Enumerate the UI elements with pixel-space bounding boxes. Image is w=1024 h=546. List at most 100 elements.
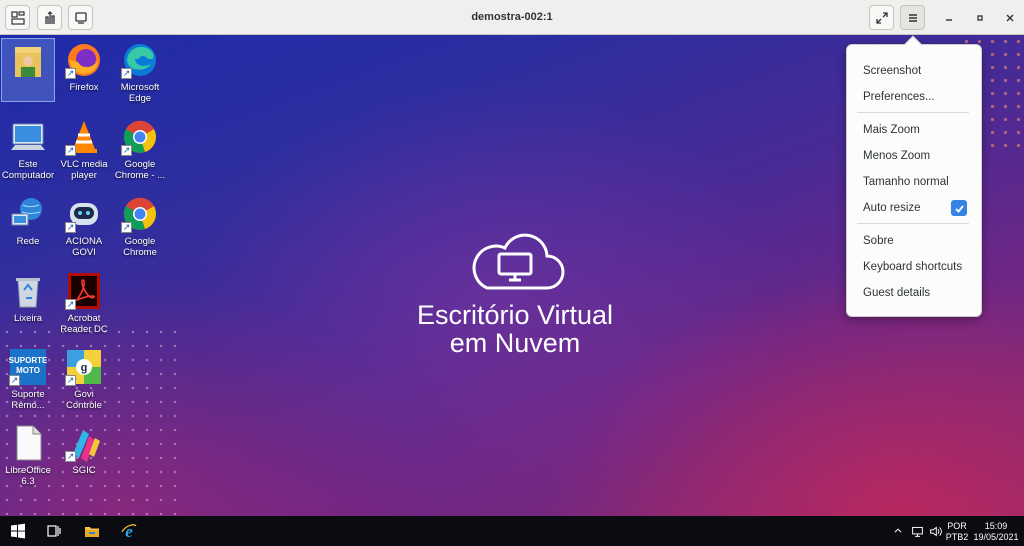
usb-icon xyxy=(44,10,55,24)
checkmark-icon xyxy=(954,204,964,213)
menu-item-preferences[interactable]: Preferences... xyxy=(847,85,981,109)
govi-icon: g ↗ xyxy=(65,348,103,386)
shortcut-arrow-icon: ↗ xyxy=(65,375,76,386)
acrobat-icon: ↗ xyxy=(65,272,103,310)
menu-item-guest-details[interactable]: Guest details xyxy=(847,281,981,305)
desktop-icon-rede[interactable]: Rede xyxy=(0,195,56,247)
windows-logo-icon xyxy=(11,523,25,539)
menu-item-zoom-in[interactable]: Mais Zoom xyxy=(847,118,981,142)
keyboard-layout: PTB2 xyxy=(945,532,969,542)
shortcut-arrow-icon: ↗ xyxy=(65,68,76,79)
main-menu-popover: Screenshot Preferences... Mais Zoom Meno… xyxy=(846,35,982,317)
edge-icon: ↗ xyxy=(121,41,159,79)
desktop-icon-vlc[interactable]: ↗ VLC media player xyxy=(56,118,112,181)
chevron-up-icon xyxy=(894,528,902,533)
shortcut-arrow-icon: ↗ xyxy=(65,145,76,156)
desktop-icon-chrome[interactable]: ↗ Google Chrome xyxy=(112,195,168,258)
brand-line-1: Escritório Virtual xyxy=(416,300,614,330)
desktop-icon-edge[interactable]: ↗ Microsoft Edge xyxy=(112,41,168,104)
auto-resize-checkbox[interactable] xyxy=(951,200,967,216)
taskbar-internet-explorer[interactable]: e xyxy=(113,516,145,546)
shortcut-arrow-icon: ↗ xyxy=(121,145,132,156)
shortcut-arrow-icon: ↗ xyxy=(121,222,132,233)
shortcut-arrow-icon: ↗ xyxy=(121,68,132,79)
close-button[interactable] xyxy=(1001,9,1019,27)
svg-text:MOTO: MOTO xyxy=(16,366,40,375)
view-display-button[interactable] xyxy=(68,5,93,30)
close-icon xyxy=(1006,14,1014,22)
svg-text:SUPORTE: SUPORTE xyxy=(9,356,47,365)
firefox-icon: ↗ xyxy=(65,41,103,79)
recycle-bin-icon xyxy=(9,272,47,310)
menu-item-about[interactable]: Sobre xyxy=(847,229,981,253)
main-menu-button[interactable] xyxy=(900,5,925,30)
network-icon xyxy=(9,195,47,233)
desktop-icon-lixeira[interactable]: Lixeira xyxy=(0,272,56,324)
menu-separator xyxy=(857,223,969,224)
taskbar-file-explorer[interactable] xyxy=(76,516,108,546)
desktop-icon-firefox[interactable]: ↗ Firefox xyxy=(56,41,112,93)
tray-volume[interactable] xyxy=(926,516,944,546)
task-view-button[interactable] xyxy=(38,516,70,546)
sgic-icon: ↗ xyxy=(65,424,103,462)
hamburger-icon xyxy=(908,13,917,22)
keys-icon xyxy=(10,10,25,25)
svg-text:g: g xyxy=(81,362,88,374)
maximize-icon xyxy=(977,15,983,21)
tray-clock[interactable]: 15:09 19/05/2021 xyxy=(972,521,1020,543)
task-view-icon xyxy=(47,525,61,537)
language-code: POR xyxy=(947,521,967,531)
chrome-icon: ↗ xyxy=(121,118,159,156)
desktop-icon-sgic[interactable]: ↗ SGIC xyxy=(56,424,112,476)
auto-resize-label: Auto resize xyxy=(863,202,921,214)
computer-icon xyxy=(9,118,47,156)
libreoffice-icon xyxy=(9,424,47,462)
speaker-icon xyxy=(929,525,942,537)
desktop-icon-acrobat[interactable]: ↗ Acrobat Reader DC xyxy=(56,272,112,335)
tray-network[interactable] xyxy=(908,516,926,546)
folder-icon xyxy=(85,527,99,537)
user-folder-icon xyxy=(9,43,47,81)
desktop-icon-este-computador[interactable]: Este Computador xyxy=(0,118,56,181)
menu-item-screenshot[interactable]: Screenshot xyxy=(847,59,981,83)
cloud-monitor-icon xyxy=(472,233,565,290)
desktop-icon-govi-controle[interactable]: g ↗ Govi Controle xyxy=(56,348,112,411)
internet-explorer-icon: e xyxy=(121,523,137,539)
input-language-indicator[interactable]: POR PTB2 xyxy=(944,521,970,543)
menu-item-keyboard-shortcuts[interactable]: Keyboard shortcuts xyxy=(847,255,981,279)
menu-item-auto-resize[interactable]: Auto resize xyxy=(847,196,981,220)
desktop-icon-user-folder[interactable] xyxy=(1,38,55,102)
desktop-icon-chrome-profile[interactable]: ↗ Google Chrome - ... xyxy=(112,118,168,181)
chrome-icon: ↗ xyxy=(121,195,159,233)
support-remote-icon: SUPORTE MOTO ↗ xyxy=(9,348,48,386)
brand-line-2: em Nuvem xyxy=(449,328,581,358)
send-keys-button[interactable] xyxy=(5,5,30,30)
vlc-icon: ↗ xyxy=(65,118,103,156)
desktop-icon-libreoffice[interactable]: LibreOffice 6.3 xyxy=(0,424,56,487)
menu-item-zoom-out[interactable]: Menos Zoom xyxy=(847,144,981,168)
shortcut-arrow-icon: ↗ xyxy=(65,451,76,462)
display-icon xyxy=(74,11,87,24)
clock-time: 15:09 xyxy=(984,521,1008,531)
tray-overflow-button[interactable] xyxy=(890,516,906,546)
usb-redirect-button[interactable] xyxy=(37,5,62,30)
desktop-icon-suporte-remoto[interactable]: SUPORTE MOTO ↗ Suporte Remo... xyxy=(0,348,56,411)
start-button[interactable] xyxy=(0,516,36,546)
minimize-button[interactable] xyxy=(940,9,958,27)
windows-taskbar: e POR PTB2 15:09 19/05/2021 xyxy=(0,516,1024,546)
shortcut-arrow-icon: ↗ xyxy=(65,222,76,233)
menu-separator xyxy=(857,112,969,113)
wallpaper-brand: Escritório Virtual em Nuvem xyxy=(380,230,650,357)
desktop-icon-aciona-govi[interactable]: ↗ ACIONA GOVI xyxy=(56,195,112,258)
clock-date: 19/05/2021 xyxy=(973,532,1019,542)
menu-item-zoom-normal[interactable]: Tamanho normal xyxy=(847,170,981,194)
shortcut-arrow-icon: ↗ xyxy=(9,375,20,386)
network-tray-icon xyxy=(911,526,923,537)
maximize-button[interactable] xyxy=(971,9,989,27)
window-title: demostra-002:1 xyxy=(471,11,553,23)
robot-icon: ↗ xyxy=(65,195,103,233)
minimize-icon xyxy=(946,19,952,21)
shortcut-arrow-icon: ↗ xyxy=(65,299,76,310)
header-bar: demostra-002:1 xyxy=(0,0,1024,35)
fullscreen-button[interactable] xyxy=(869,5,894,30)
